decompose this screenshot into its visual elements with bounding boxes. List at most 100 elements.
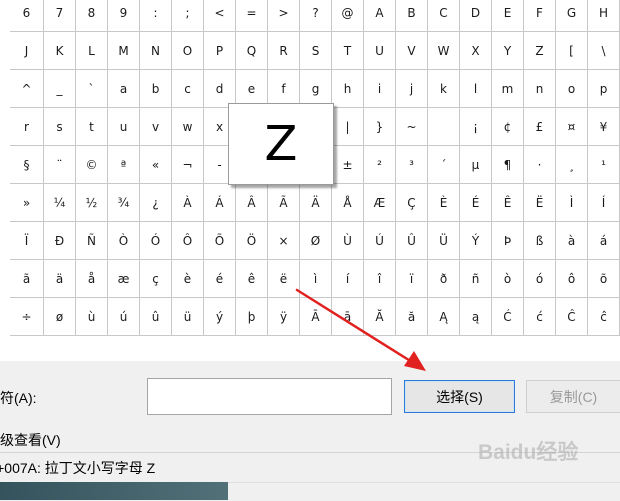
char-cell[interactable]: È (428, 184, 460, 222)
char-cell[interactable]: ` (76, 70, 108, 108)
char-cell[interactable]: L (76, 32, 108, 70)
char-cell[interactable]: ç (140, 260, 172, 298)
char-cell[interactable]: S (300, 32, 332, 70)
char-cell[interactable]: · (524, 146, 556, 184)
char-cell[interactable]: X (460, 32, 492, 70)
char-cell[interactable]: Ú (364, 222, 396, 260)
char-cell[interactable]: ć (524, 298, 556, 336)
char-cell[interactable]: ² (364, 146, 396, 184)
char-cell[interactable]: N (140, 32, 172, 70)
char-cell[interactable]: Â (236, 184, 268, 222)
char-cell[interactable]: £ (524, 108, 556, 146)
char-cell[interactable]: Ô (172, 222, 204, 260)
char-cell[interactable]: k (428, 70, 460, 108)
char-cell[interactable]: þ (236, 298, 268, 336)
char-cell[interactable]: ý (204, 298, 236, 336)
char-cell[interactable]: [ (556, 32, 588, 70)
char-cell[interactable]: µ (460, 146, 492, 184)
char-cell[interactable]: ¶ (492, 146, 524, 184)
char-cell[interactable]: ~ (396, 108, 428, 146)
char-cell[interactable]: ¡ (460, 108, 492, 146)
char-cell[interactable]: ? (300, 0, 332, 32)
char-cell[interactable]: í (332, 260, 364, 298)
char-cell[interactable]: Ä (300, 184, 332, 222)
char-cell[interactable]: ó (524, 260, 556, 298)
char-cell[interactable]: ¨ (44, 146, 76, 184)
char-cell[interactable]: ³ (396, 146, 428, 184)
char-cell[interactable]: » (10, 184, 44, 222)
char-cell[interactable]: t (76, 108, 108, 146)
char-cell[interactable]: Y (492, 32, 524, 70)
char-cell[interactable]: @ (332, 0, 364, 32)
char-cell[interactable]: Ì (556, 184, 588, 222)
char-cell[interactable]: é (204, 260, 236, 298)
char-cell[interactable]: Ü (428, 222, 460, 260)
char-cell[interactable]: Õ (204, 222, 236, 260)
char-cell[interactable]: = (236, 0, 268, 32)
char-cell[interactable]: P (204, 32, 236, 70)
char-cell[interactable]: Ć (492, 298, 524, 336)
char-cell[interactable]: Ĉ (556, 298, 588, 336)
char-cell[interactable]: w (172, 108, 204, 146)
char-cell[interactable]: b (140, 70, 172, 108)
char-cell[interactable]: Þ (492, 222, 524, 260)
char-cell[interactable]: ê (236, 260, 268, 298)
char-cell[interactable]: ì (300, 260, 332, 298)
char-cell[interactable]: Û (396, 222, 428, 260)
char-cell[interactable]: ¥ (588, 108, 620, 146)
char-cell[interactable]: o (556, 70, 588, 108)
char-cell[interactable]: ä (44, 260, 76, 298)
char-cell[interactable]: Ë (524, 184, 556, 222)
char-cell[interactable]: Ą (428, 298, 460, 336)
char-cell[interactable]: ¸ (556, 146, 588, 184)
char-cell[interactable]: \ (588, 32, 620, 70)
char-cell[interactable]: p (588, 70, 620, 108)
char-cell[interactable]: j (396, 70, 428, 108)
char-cell[interactable]: Ý (460, 222, 492, 260)
char-cell[interactable]: æ (108, 260, 140, 298)
char-cell[interactable]: Í (588, 184, 620, 222)
select-button[interactable]: 选择(S) (404, 380, 515, 413)
char-cell[interactable]: ô (556, 260, 588, 298)
char-cell[interactable]: K (44, 32, 76, 70)
char-cell[interactable]: ÿ (268, 298, 300, 336)
char-cell[interactable]: Ê (492, 184, 524, 222)
char-cell[interactable]: ñ (460, 260, 492, 298)
char-cell[interactable]: ^ (10, 70, 44, 108)
char-cell[interactable]: ½ (76, 184, 108, 222)
char-cell[interactable]: ø (44, 298, 76, 336)
char-cell[interactable]: ò (492, 260, 524, 298)
char-cell[interactable]: Ă (364, 298, 396, 336)
char-cell[interactable]: á (588, 222, 620, 260)
char-cell[interactable]: W (428, 32, 460, 70)
char-cell[interactable]: c (172, 70, 204, 108)
char-cell[interactable]: _ (44, 70, 76, 108)
char-cell[interactable]: Á (204, 184, 236, 222)
char-cell[interactable]: ü (172, 298, 204, 336)
char-cell[interactable]: ± (332, 146, 364, 184)
char-cell[interactable]: a (108, 70, 140, 108)
char-cell[interactable]: § (10, 146, 44, 184)
char-cell[interactable]: Ï (10, 222, 44, 260)
char-cell[interactable]: G (556, 0, 588, 32)
char-cell[interactable]: ¬ (172, 146, 204, 184)
char-cell[interactable]: A (364, 0, 396, 32)
char-cell[interactable]: < (204, 0, 236, 32)
characters-to-copy-input[interactable] (147, 378, 392, 415)
char-cell[interactable]: Ö (236, 222, 268, 260)
char-cell[interactable]: ¾ (108, 184, 140, 222)
char-cell[interactable]: H (588, 0, 620, 32)
char-cell[interactable]: Å (332, 184, 364, 222)
char-cell[interactable]: É (460, 184, 492, 222)
char-cell[interactable]: Ù (332, 222, 364, 260)
char-cell[interactable]: v (140, 108, 172, 146)
char-cell[interactable]: õ (588, 260, 620, 298)
char-cell[interactable]: 8 (76, 0, 108, 32)
char-cell[interactable]: ¢ (492, 108, 524, 146)
copy-button[interactable]: 复制(C) (526, 380, 620, 413)
char-cell[interactable]: : (140, 0, 172, 32)
char-cell[interactable]: ĉ (588, 298, 620, 336)
char-cell[interactable]: Ç (396, 184, 428, 222)
char-cell[interactable]: s (44, 108, 76, 146)
char-cell[interactable]: ª (108, 146, 140, 184)
